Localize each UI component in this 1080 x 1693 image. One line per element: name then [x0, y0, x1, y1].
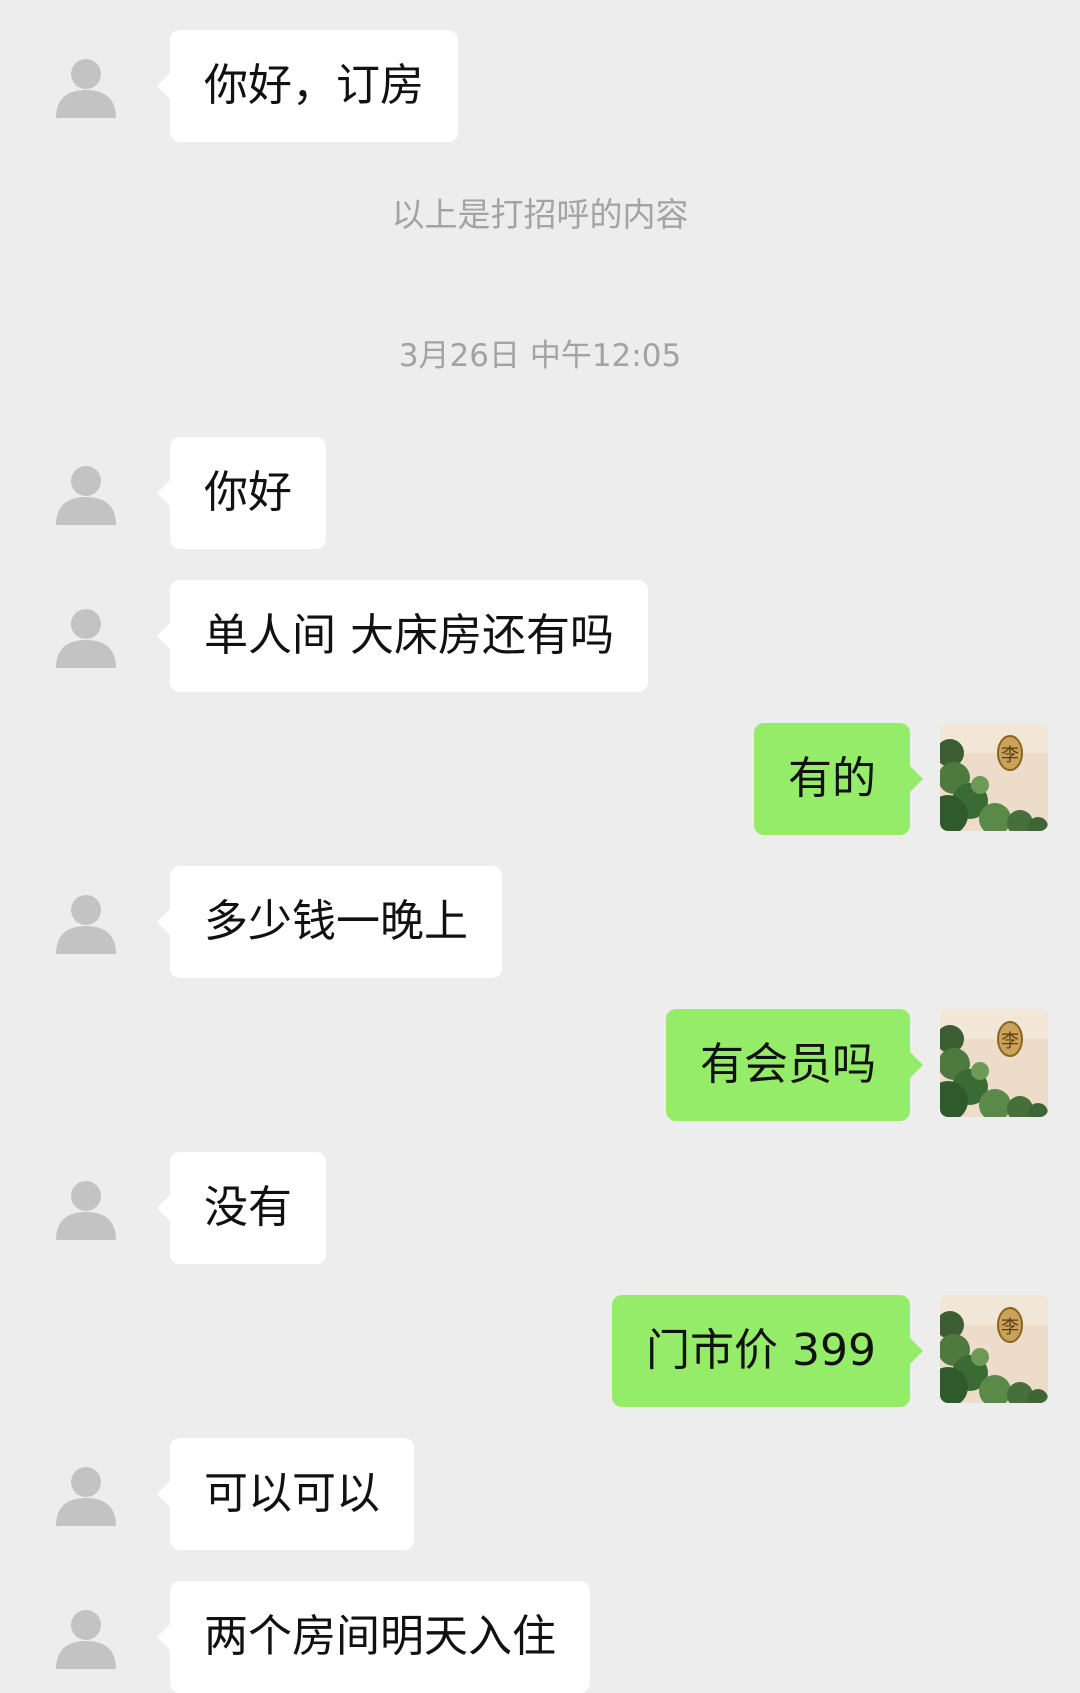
default-avatar-icon[interactable]: [54, 604, 118, 668]
message-bubble[interactable]: 没有: [157, 1152, 326, 1264]
message-bubble[interactable]: 两个房间明天入住: [157, 1581, 590, 1693]
default-avatar-icon[interactable]: [54, 890, 118, 954]
message-bubble[interactable]: 单人间 大床房还有吗: [157, 580, 648, 692]
message-row: 有的: [0, 723, 1080, 835]
chat-area[interactable]: 你好，订房 以上是打招呼的内容 3月26日 中午12:05 你好 单人间 大床房…: [0, 0, 1080, 1693]
message-row: 两个房间明天入住: [0, 1581, 1080, 1693]
message-bubble[interactable]: 有会员吗: [666, 1009, 923, 1121]
message-row: 你好: [0, 437, 1080, 549]
message-row: 可以可以: [0, 1438, 1080, 1550]
message-row: 没有: [0, 1152, 1080, 1264]
message-bubble[interactable]: 你好: [157, 437, 326, 549]
message-row: 有会员吗: [0, 1009, 1080, 1121]
default-avatar-icon[interactable]: [54, 1605, 118, 1669]
tree-badge-avatar-icon[interactable]: [940, 723, 1048, 831]
tree-badge-avatar-icon[interactable]: [940, 1009, 1048, 1117]
message-row: 单人间 大床房还有吗: [0, 580, 1080, 692]
message-bubble[interactable]: 多少钱一晚上: [157, 866, 502, 978]
default-avatar-icon[interactable]: [54, 54, 118, 118]
message-row: 多少钱一晚上: [0, 866, 1080, 978]
default-avatar-icon[interactable]: [54, 461, 118, 525]
message-bubble[interactable]: 门市价 399: [612, 1295, 923, 1407]
greeting-note: 以上是打招呼的内容: [391, 195, 689, 234]
default-avatar-icon[interactable]: [54, 1462, 118, 1526]
timestamp: 3月26日 中午12:05: [398, 338, 682, 374]
message-bubble[interactable]: 你好，订房: [157, 30, 458, 142]
tree-badge-avatar-icon[interactable]: [940, 1295, 1048, 1403]
message-row: 你好，订房: [0, 30, 1080, 142]
message-row: 门市价 399: [0, 1295, 1080, 1407]
message-bubble[interactable]: 可以可以: [157, 1438, 414, 1550]
message-bubble[interactable]: 有的: [754, 723, 923, 835]
default-avatar-icon[interactable]: [54, 1176, 118, 1240]
